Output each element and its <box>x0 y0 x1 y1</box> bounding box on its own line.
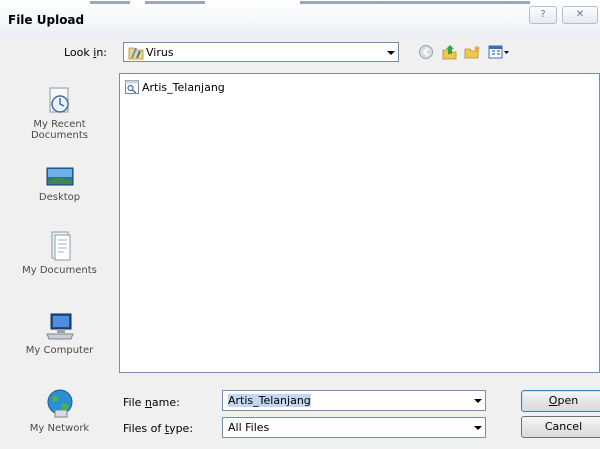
look-in-value: Virus <box>146 46 174 59</box>
help-icon: ? <box>540 9 546 20</box>
chevron-down-icon[interactable] <box>474 426 482 430</box>
close-button[interactable]: ✕ <box>562 6 598 24</box>
views-menu-icon[interactable] <box>488 44 510 60</box>
place-label-recent: My Recent Documents <box>30 119 89 141</box>
file-upload-dialog: File Upload ? ✕ Look in: Virus My Recent… <box>0 0 600 449</box>
place-desktop[interactable]: Desktop <box>6 165 113 203</box>
list-item[interactable]: Artis_Telanjang <box>125 79 225 95</box>
new-folder-icon[interactable] <box>464 44 482 60</box>
back-icon[interactable] <box>418 44 436 60</box>
place-label-computer: My Computer <box>25 345 94 356</box>
file-type-label: Files of type: <box>123 422 194 435</box>
file-list[interactable]: Artis_Telanjang <box>119 73 600 373</box>
title-bar: File Upload ? ✕ <box>0 0 600 38</box>
folder-icon <box>128 47 144 60</box>
cancel-button[interactable]: Cancel <box>521 416 600 438</box>
look-in-dropdown[interactable]: Virus <box>123 42 399 62</box>
chevron-down-icon[interactable] <box>387 51 395 55</box>
file-name-value[interactable]: Artis_Telanjang <box>228 394 311 407</box>
background-window-strip <box>90 0 550 5</box>
place-my-recent-documents[interactable]: My Recent Documents <box>6 86 113 141</box>
look-in-label: Look in: <box>64 46 108 59</box>
file-type-value: All Files <box>228 421 270 434</box>
network-icon <box>47 389 72 418</box>
help-button[interactable]: ? <box>529 6 557 24</box>
place-label-network: My Network <box>29 423 90 434</box>
place-my-computer[interactable]: My Computer <box>6 312 113 356</box>
file-name-field[interactable]: Artis_Telanjang <box>222 390 486 411</box>
close-icon: ✕ <box>575 9 585 20</box>
up-folder-icon[interactable] <box>441 44 459 60</box>
place-my-documents[interactable]: My Documents <box>6 230 113 276</box>
recent-documents-icon <box>49 87 69 113</box>
file-name: Artis_Telanjang <box>142 80 225 94</box>
window-title: File Upload <box>8 13 85 27</box>
open-button[interactable]: Open <box>521 390 600 412</box>
chevron-down-icon[interactable] <box>474 399 482 403</box>
file-icon <box>125 80 139 94</box>
file-type-dropdown[interactable]: All Files <box>222 417 486 438</box>
desktop-icon <box>46 167 73 186</box>
place-my-network[interactable]: My Network <box>6 388 113 434</box>
file-name-label: File name: <box>123 396 180 409</box>
my-computer-icon <box>45 313 74 340</box>
my-documents-icon <box>51 231 70 261</box>
place-label-documents: My Documents <box>22 265 97 276</box>
place-label-desktop: Desktop <box>38 192 81 203</box>
places-bar: My Recent Documents Desktop My Documents <box>6 70 113 445</box>
